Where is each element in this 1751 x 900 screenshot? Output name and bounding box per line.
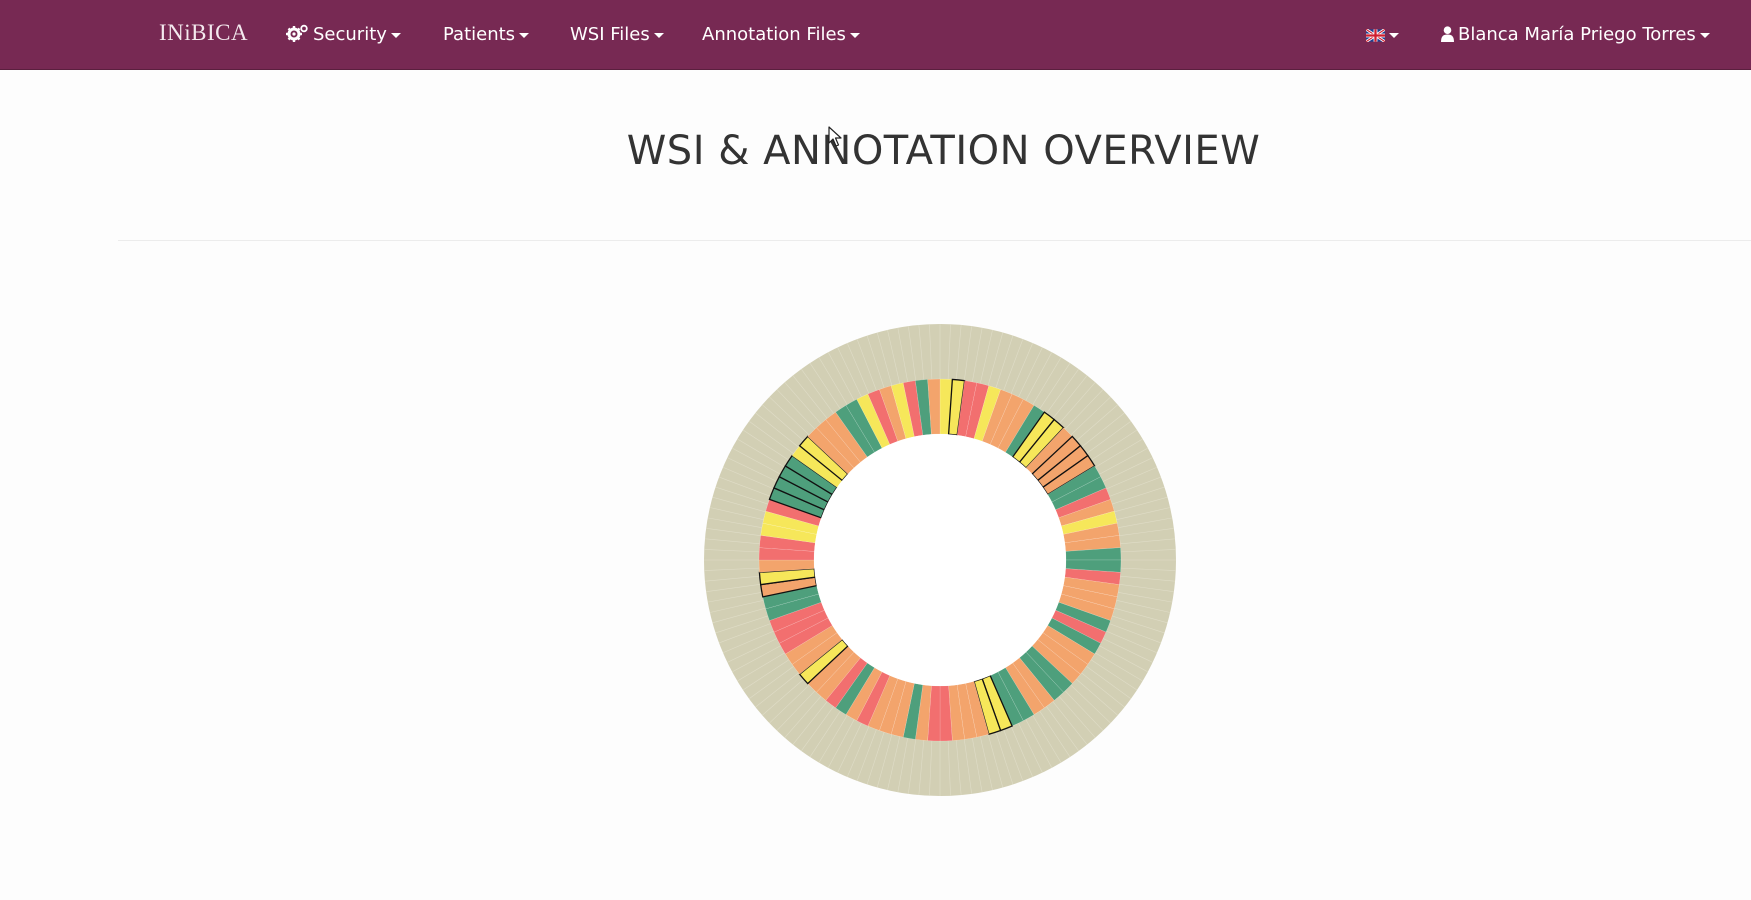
donut-center bbox=[814, 434, 1066, 686]
brand-text: INiBICA bbox=[159, 20, 249, 45]
user-icon bbox=[1441, 26, 1454, 42]
nav-wsi-files-dropdown[interactable]: WSI Files bbox=[570, 0, 664, 70]
nav-security-dropdown[interactable]: Security bbox=[286, 0, 401, 70]
brand-logo[interactable]: INiBICA bbox=[159, 20, 248, 50]
chevron-down-icon bbox=[849, 32, 860, 38]
user-menu-dropdown[interactable]: Blanca María Priego Torres bbox=[1441, 0, 1710, 70]
nav-patients-label: Patients bbox=[443, 24, 516, 45]
nav-annotation-files-dropdown[interactable]: Annotation Files bbox=[702, 0, 860, 70]
chevron-down-icon bbox=[519, 32, 530, 38]
page-title: WSI & ANNOTATION OVERVIEW bbox=[626, 128, 1261, 174]
top-navbar: INiBICA Security Patients WSI Files Anno… bbox=[0, 0, 1751, 70]
nav-security-label: Security bbox=[313, 24, 387, 45]
annotation-overview-donut-chart[interactable] bbox=[700, 320, 1180, 800]
chevron-down-icon bbox=[1699, 32, 1710, 38]
chevron-down-icon bbox=[390, 32, 401, 38]
language-dropdown[interactable] bbox=[1366, 0, 1399, 70]
title-divider bbox=[118, 240, 1751, 241]
mouse-cursor-icon bbox=[828, 126, 842, 147]
nav-annotation-files-label: Annotation Files bbox=[702, 24, 846, 45]
chevron-down-icon bbox=[1389, 32, 1399, 38]
uk-flag-icon bbox=[1366, 28, 1385, 42]
nav-wsi-files-label: WSI Files bbox=[570, 24, 650, 45]
nav-patients-dropdown[interactable]: Patients bbox=[443, 0, 530, 70]
user-name-label: Blanca María Priego Torres bbox=[1458, 24, 1696, 45]
chevron-down-icon bbox=[653, 32, 664, 38]
cogs-icon bbox=[286, 24, 308, 42]
